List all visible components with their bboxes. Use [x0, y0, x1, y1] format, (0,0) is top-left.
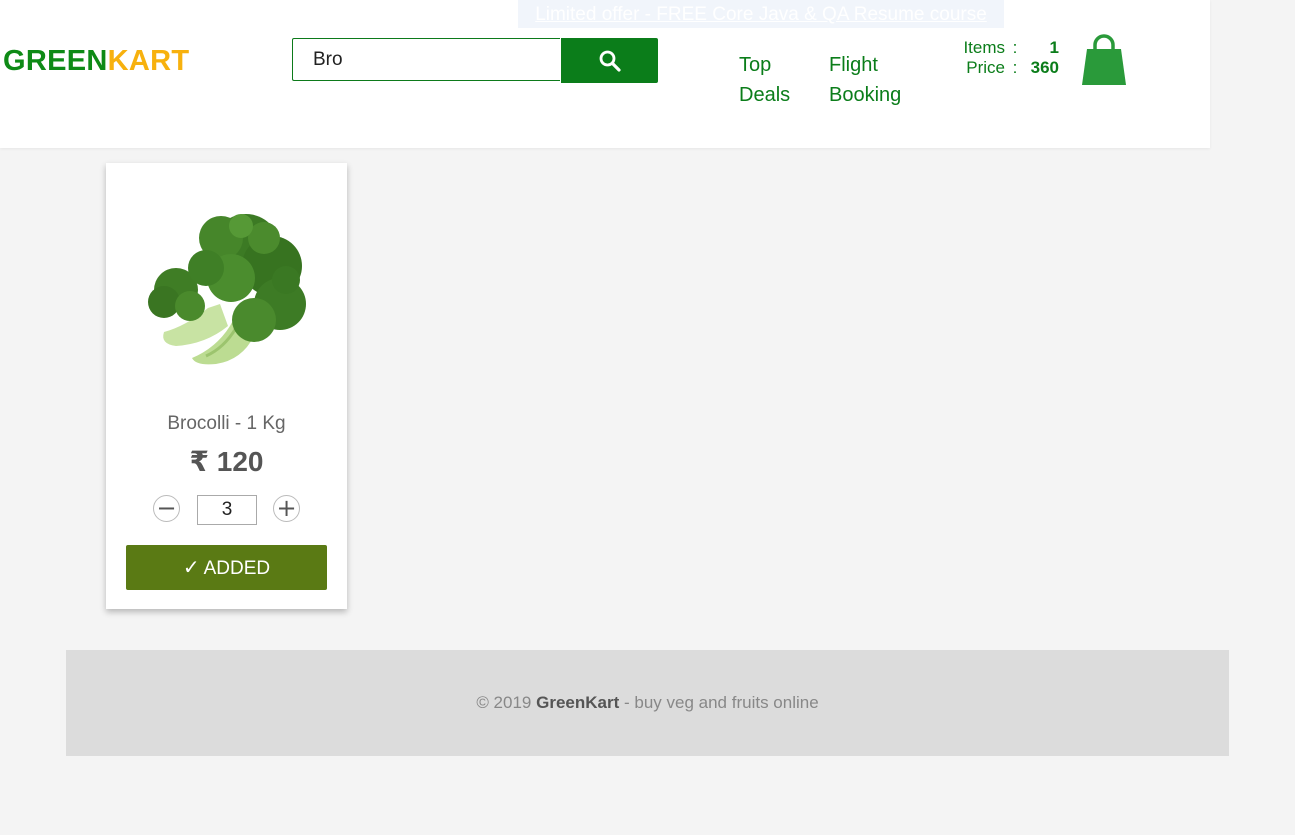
brand-logo: GREENKART: [3, 44, 189, 78]
footer: © 2019 GreenKart - buy veg and fruits on…: [66, 650, 1229, 756]
product-name: Brocolli - 1 Kg: [167, 413, 286, 434]
nav-top-deals-line1: Top: [739, 54, 772, 76]
header: Limited offer - FREE Core Java & QA Resu…: [0, 0, 1210, 148]
brand-kart: KART: [107, 45, 190, 77]
footer-copyright: © 2019: [476, 693, 532, 712]
broccoli-image: [148, 214, 306, 365]
footer-tagline: - buy veg and fruits online: [624, 693, 819, 712]
nav-flight-booking-line1: Flight: [829, 54, 878, 76]
search-icon: [599, 50, 621, 72]
footer-brand: GreenKart: [536, 693, 620, 712]
promo-link[interactable]: Limited offer - FREE Core Java & QA Resu…: [518, 0, 1004, 28]
price-label: Price: [966, 58, 1005, 77]
brand-green: GREEN: [3, 45, 108, 77]
quantity-input[interactable]: 3: [197, 495, 257, 525]
nav-flight-booking-line2: Booking: [829, 84, 902, 106]
cart-summary: Items : 1 Price : 360: [952, 38, 1059, 78]
price-total: 360: [1030, 58, 1059, 77]
cart-button[interactable]: [1080, 34, 1128, 93]
items-separator: :: [1012, 38, 1018, 57]
price-separator: :: [1012, 58, 1018, 77]
shopping-bag-icon: [1082, 34, 1126, 85]
nav-flight-booking[interactable]: Flight Booking: [829, 50, 901, 110]
nav-top-deals[interactable]: Top Deals: [739, 50, 790, 110]
search-button[interactable]: [561, 38, 658, 83]
product-price: ₹ 120: [189, 446, 264, 477]
increment-button[interactable]: +: [273, 495, 300, 522]
add-to-cart-button[interactable]: ✓ ADDED: [126, 545, 327, 590]
items-count: 1: [1049, 38, 1059, 57]
search-input[interactable]: Bro: [292, 38, 560, 81]
nav-top-deals-line2: Deals: [739, 84, 791, 106]
items-label: Items: [963, 38, 1005, 57]
check-icon: ✓: [182, 555, 200, 579]
decrement-button[interactable]: −: [153, 495, 180, 522]
product-card: Brocolli - 1 Kg ₹ 120 − 3 + ✓ ADDED: [106, 163, 347, 609]
add-button-label: ADDED: [203, 558, 271, 579]
